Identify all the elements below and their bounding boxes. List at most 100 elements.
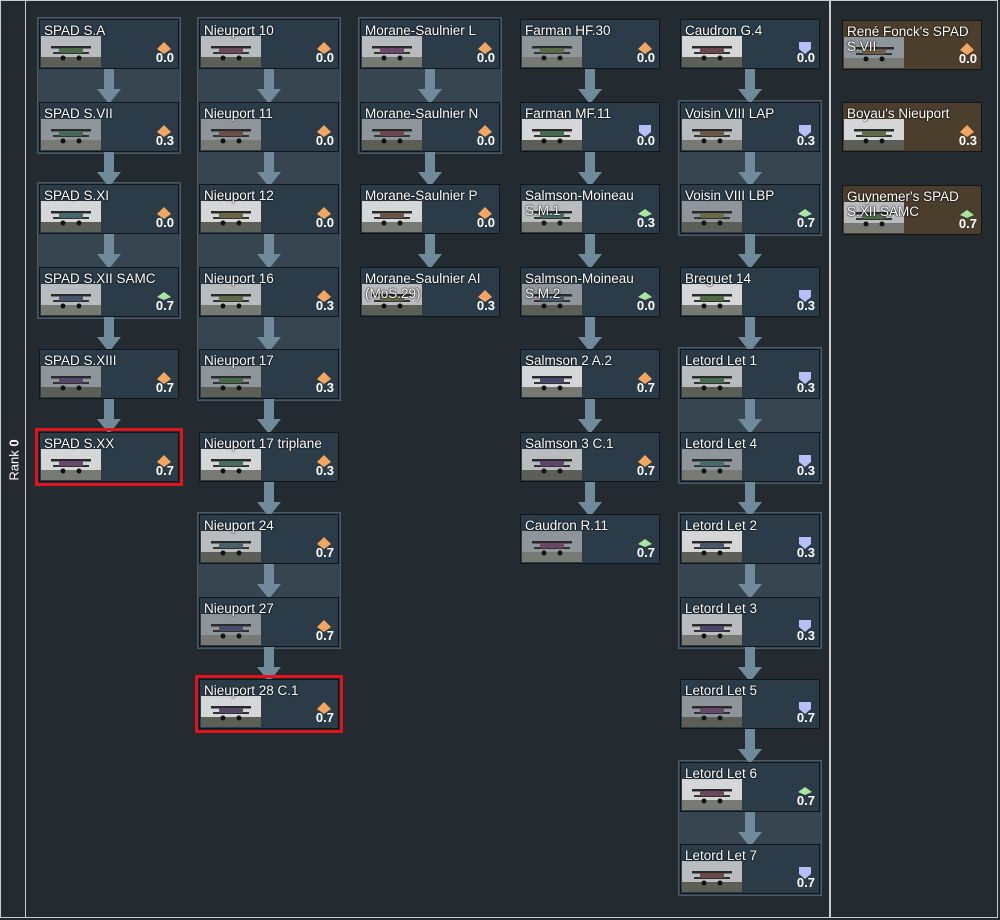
- vehicle-card-spad-sxi[interactable]: SPAD S.XI 0.0: [39, 184, 179, 234]
- vehicle-card-spad-sxiii[interactable]: SPAD S.XIII 0.7: [39, 349, 179, 399]
- vehicle-card-nieuport-24[interactable]: Nieuport 24 0.7: [199, 514, 339, 564]
- vehicle-card-morane-n[interactable]: Morane-Saulnier N 0.0: [360, 101, 500, 152]
- vehicle-card-salmson-3c1[interactable]: Salmson 3 C.1 0.7: [520, 431, 660, 482]
- vehicle-thumbnail: [362, 118, 422, 150]
- vehicle-card-letord-6[interactable]: Letord Let 6 0.7: [680, 761, 820, 812]
- battle-rating: 0.0: [636, 50, 655, 65]
- vehicle-card-spad-sxii[interactable]: SPAD S.XII SAMC 0.7: [39, 266, 179, 317]
- vehicle-card-farman-hf30[interactable]: Farman HF.30 0.0: [520, 19, 660, 69]
- vehicle-card-caudron-g4[interactable]: Caudron G.4 0.0: [680, 19, 820, 69]
- research-arrow-icon: [257, 479, 281, 517]
- research-arrow-icon: [257, 232, 281, 269]
- vehicle-thumbnail: [362, 201, 422, 232]
- vehicle-thumbnail: [201, 366, 261, 397]
- vehicle-name: SPAD S.VII: [44, 105, 113, 121]
- battle-rating: 0.7: [636, 545, 655, 560]
- vehicle-card-morane-p[interactable]: Morane-Saulnier P 0.0: [360, 184, 500, 234]
- research-arrow-icon: [578, 67, 602, 104]
- vehicle-card-breguet-14[interactable]: Breguet 14 0.3: [680, 266, 820, 317]
- vehicle-thumbnail: [201, 283, 261, 315]
- battle-rating: 0.0: [315, 132, 334, 148]
- research-arrow-icon: [738, 397, 762, 434]
- vehicle-card-nieuport-17-triplane[interactable]: Nieuport 17 triplane 0.3: [199, 431, 339, 482]
- vehicle-name: Morane-Saulnier N: [365, 105, 479, 121]
- vehicle-name: Caudron G.4: [685, 23, 763, 38]
- rank-text: Rank: [6, 450, 22, 481]
- vehicle-card-boyau-nieuport[interactable]: Boyau's Nieuport 0.3: [842, 102, 982, 152]
- vehicle-name: Caudron R.11: [525, 518, 609, 533]
- battle-rating: 0.7: [155, 297, 174, 313]
- research-arrow-icon: [418, 149, 442, 187]
- vehicle-card-salmson-2a2[interactable]: Salmson 2 A.2 0.7: [520, 349, 660, 399]
- battle-rating: 0.3: [476, 297, 495, 313]
- vehicle-card-farman-mf11[interactable]: Farman MF.11 0.0: [520, 101, 660, 152]
- vehicle-card-spad-svii[interactable]: SPAD S.VII 0.3: [39, 101, 179, 152]
- battle-rating: 0.7: [958, 216, 977, 231]
- vehicle-name: Morane-Saulnier P: [365, 188, 478, 203]
- vehicle-card-salmson-sm1[interactable]: Salmson-Moineau S.M.1 0.3: [520, 184, 660, 234]
- vehicle-card-caudron-r11[interactable]: Caudron R.11 0.7: [520, 514, 660, 564]
- battle-rating: 0.0: [796, 50, 815, 65]
- vehicle-thumbnail: [682, 201, 742, 232]
- vehicle-thumbnail: [41, 283, 101, 315]
- vehicle-thumbnail: [41, 118, 101, 150]
- vehicle-card-spad-sa[interactable]: SPAD S.A 0.0: [39, 19, 179, 69]
- battle-rating: 0.3: [958, 133, 977, 148]
- research-arrow-icon: [738, 562, 762, 599]
- vehicle-thumbnail: [201, 531, 261, 562]
- vehicle-name: SPAD S.XII SAMC: [44, 270, 156, 286]
- vehicle-thumbnail: [201, 36, 261, 67]
- vehicle-card-letord-4[interactable]: Letord Let 4 0.3: [680, 431, 820, 482]
- vehicle-card-voisin-lap[interactable]: Voisin VIII LAP 0.3: [680, 101, 820, 152]
- vehicle-card-nieuport-28[interactable]: Nieuport 28 C.1 0.7: [195, 675, 343, 733]
- research-arrow-icon: [738, 479, 762, 517]
- research-arrow-icon: [738, 727, 762, 764]
- rank-number: 0: [6, 439, 22, 447]
- vehicle-card-morane-l[interactable]: Morane-Saulnier L 0.0: [360, 19, 500, 69]
- battle-rating: 0.0: [155, 215, 174, 230]
- battle-rating: 0.7: [796, 875, 815, 890]
- vehicle-card-letord-7[interactable]: Letord Let 7 0.7: [680, 844, 820, 894]
- vehicle-card-nieuport-10[interactable]: Nieuport 10 0.0: [199, 19, 339, 69]
- research-arrow-icon: [257, 397, 281, 434]
- vehicle-card-letord-2[interactable]: Letord Let 2 0.3: [680, 514, 820, 564]
- vehicle-card-letord-5[interactable]: Letord Let 5 0.7: [680, 679, 820, 729]
- vehicle-card-guynemer-sxii[interactable]: Guynemer's SPAD S.XII SAMC 0.7: [842, 185, 982, 235]
- vehicle-name: SPAD S.XI: [44, 188, 110, 203]
- battle-rating: 0.3: [796, 297, 815, 313]
- battle-rating: 0.7: [155, 380, 174, 395]
- research-arrow-icon: [738, 67, 762, 104]
- research-arrow-icon: [738, 314, 762, 352]
- research-arrow-icon: [738, 809, 762, 847]
- vehicle-card-nieuport-16[interactable]: Nieuport 16 0.3: [199, 266, 339, 317]
- vehicle-card-salmson-sm2[interactable]: Salmson-Moineau S.M.2 0.0: [520, 266, 660, 317]
- vehicle-name: Farman HF.30: [525, 23, 611, 38]
- battle-rating: 0.3: [636, 215, 655, 230]
- research-arrow-icon: [97, 232, 121, 269]
- vehicle-card-nieuport-17[interactable]: Nieuport 17 0.3: [199, 349, 339, 399]
- vehicle-card-morane-ai[interactable]: Morane-Saulnier AI (MoS.29) 0.3: [360, 266, 500, 317]
- vehicle-name: Letord Let 7: [685, 848, 758, 863]
- vehicle-thumbnail: [41, 366, 101, 397]
- vehicle-card-nieuport-12[interactable]: Nieuport 12 0.0: [199, 184, 339, 234]
- research-arrow-icon: [418, 232, 442, 269]
- battle-rating: 0.3: [796, 627, 815, 643]
- battle-rating: 0.7: [315, 627, 334, 643]
- vehicle-card-nieuport-11[interactable]: Nieuport 11 0.0: [199, 101, 339, 152]
- vehicle-name: Letord Let 3: [685, 600, 758, 616]
- vehicle-card-voisin-lbp[interactable]: Voisin VIII LBP 0.7: [680, 184, 820, 234]
- vehicle-card-nieuport-27[interactable]: Nieuport 27 0.7: [199, 596, 339, 647]
- battle-rating: 0.3: [315, 297, 334, 313]
- vehicle-card-letord-1[interactable]: Letord Let 1 0.3: [680, 349, 820, 399]
- vehicle-name: Nieuport 12: [204, 188, 274, 203]
- vehicle-card-letord-3[interactable]: Letord Let 3 0.3: [680, 596, 820, 647]
- vehicle-card-spad-sxx[interactable]: SPAD S.XX 0.7: [35, 427, 183, 486]
- vehicle-name: Letord Let 2: [685, 518, 758, 533]
- vehicle-card-fonck-svii[interactable]: René Fonck's SPAD S.VII 0.0: [842, 20, 982, 70]
- vehicle-name: SPAD S.XX: [44, 435, 115, 451]
- vehicle-name: Letord Let 1: [685, 353, 758, 368]
- research-arrow-icon: [578, 232, 602, 269]
- vehicle-name: Morane-Saulnier L: [365, 23, 477, 38]
- battle-rating: 0.7: [796, 215, 815, 230]
- research-arrow-icon: [418, 67, 442, 104]
